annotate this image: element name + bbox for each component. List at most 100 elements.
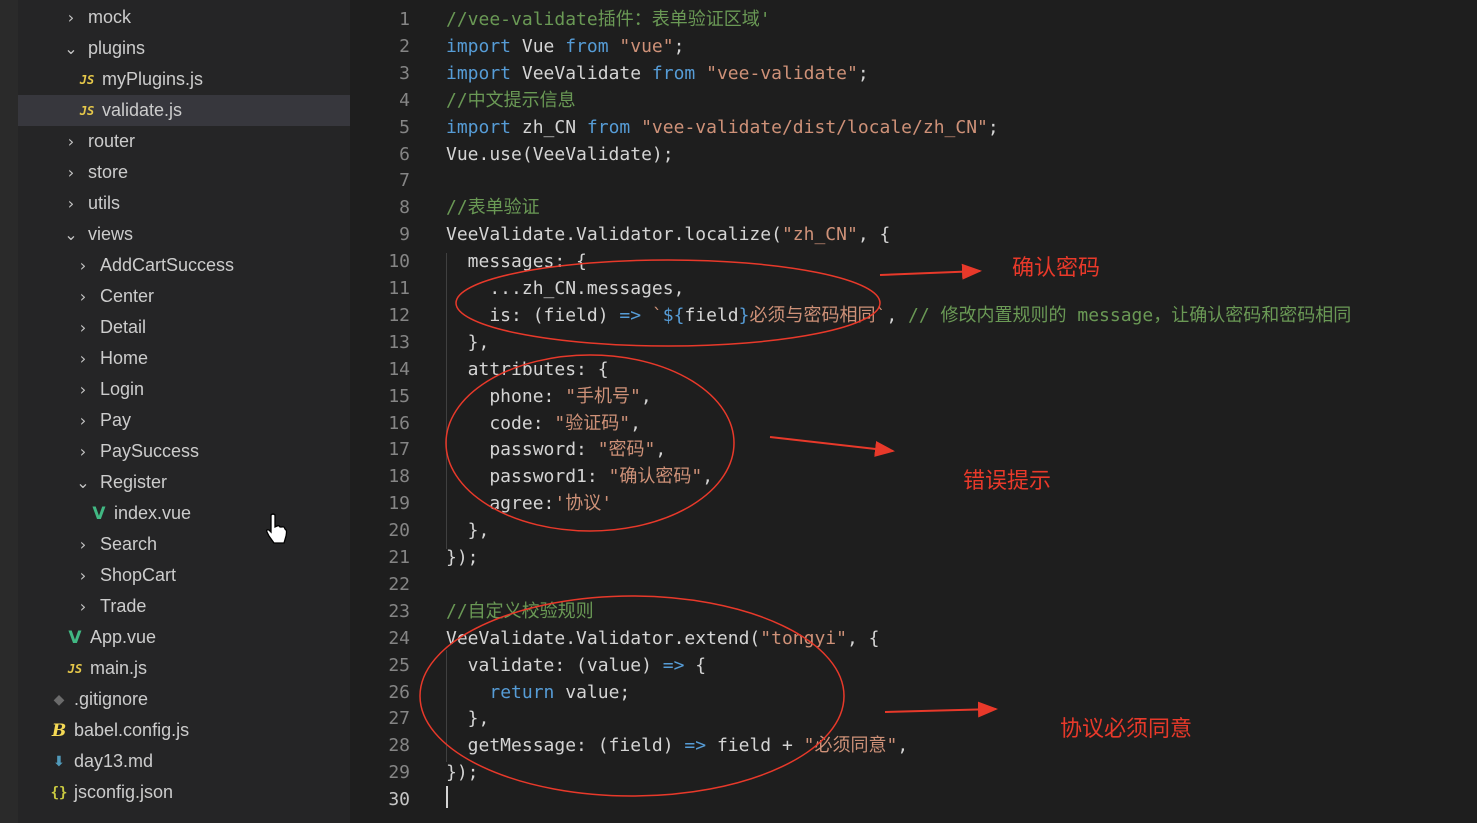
code-line[interactable]: 15 phone: "手机号",	[350, 383, 1477, 410]
chevron-right-icon[interactable]: ›	[76, 442, 90, 461]
code-text: //中文提示信息	[446, 89, 576, 111]
code-line[interactable]: 28 getMessage: (field) => field + "必须同意"…	[350, 732, 1477, 759]
chevron-right-icon[interactable]: ›	[76, 597, 90, 616]
chevron-right-icon[interactable]: ›	[76, 256, 90, 275]
code-line[interactable]: 10 messages: {	[350, 248, 1477, 275]
code-line[interactable]: 24 VeeValidate.Validator.extend("tongyi",…	[350, 625, 1477, 652]
explorer-item[interactable]: › Trade	[18, 591, 350, 622]
code-line[interactable]: 23 //自定义校验规则	[350, 598, 1477, 625]
code-line[interactable]: 16 code: "验证码",	[350, 410, 1477, 437]
line-number: 4	[399, 89, 410, 111]
code-line[interactable]: 29});	[350, 759, 1477, 786]
explorer-item[interactable]: › router	[18, 126, 350, 157]
code-line[interactable]: 20 },	[350, 517, 1477, 544]
line-number: 17	[388, 439, 410, 461]
explorer-item[interactable]: JS myPlugins.js	[18, 64, 350, 95]
explorer-item[interactable]: › Login	[18, 374, 350, 405]
code-text: Vue.use(VeeValidate);	[446, 143, 674, 165]
code-line[interactable]: 30	[350, 786, 1477, 813]
code-text: },	[446, 331, 490, 353]
explorer-item[interactable]: › AddCartSuccess	[18, 250, 350, 281]
code-text: is: (field) => `${field}必须与密码相同`, // 修改内…	[446, 304, 1352, 326]
line-number: 16	[388, 412, 410, 434]
annotation-agree-required: 协议必须同意	[1060, 717, 1193, 742]
chevron-right-icon[interactable]: ›	[76, 535, 90, 554]
explorer-item[interactable]: ⌄ views	[18, 219, 350, 250]
code-line[interactable]: 6 Vue.use(VeeValidate);	[350, 141, 1477, 168]
chevron-right-icon[interactable]: ›	[76, 566, 90, 585]
explorer-item-label: AddCartSuccess	[100, 255, 235, 275]
chevron-right-icon[interactable]: ›	[64, 8, 78, 27]
explorer-item[interactable]: ⌄ plugins	[18, 33, 350, 64]
explorer-item[interactable]: Vindex.vue	[18, 498, 350, 529]
code-text: VeeValidate.Validator.extend("tongyi", {	[446, 627, 880, 649]
explorer-item[interactable]: › Search	[18, 529, 350, 560]
code-line[interactable]: 8 //表单验证	[350, 194, 1477, 221]
code-line[interactable]: 9 VeeValidate.Validator.localize("zh_CN",…	[350, 221, 1477, 248]
code-line[interactable]: 11 ...zh_CN.messages,	[350, 275, 1477, 302]
line-number: 7	[399, 170, 410, 192]
code-line[interactable]: 12 is: (field) => `${field}必须与密码相同`, // …	[350, 302, 1477, 329]
chevron-right-icon[interactable]: ›	[76, 349, 90, 368]
code-line[interactable]: 4 //中文提示信息	[350, 87, 1477, 114]
line-number: 2	[399, 35, 410, 57]
explorer-item[interactable]: › utils	[18, 188, 350, 219]
explorer-item[interactable]: JS validate.js	[18, 95, 350, 126]
explorer-item[interactable]: ⬇ day13.md	[18, 746, 350, 777]
code-line[interactable]: 22	[350, 571, 1477, 598]
code-editor[interactable]: 1 //vee-validate插件：表单验证区域' 2 import Vue fro…	[350, 0, 1477, 823]
chevron-down-icon[interactable]: ⌄	[76, 473, 90, 492]
code-line[interactable]: 2 import Vue from "vue";	[350, 33, 1477, 60]
explorer-item[interactable]: › Pay	[18, 405, 350, 436]
chevron-right-icon[interactable]: ›	[64, 194, 78, 213]
chevron-right-icon[interactable]: ›	[64, 163, 78, 182]
code-line[interactable]: 7	[350, 167, 1477, 194]
explorer-item[interactable]: › store	[18, 157, 350, 188]
explorer-item-label: store	[88, 162, 129, 182]
code-line[interactable]: 1 //vee-validate插件：表单验证区域'	[350, 6, 1477, 33]
explorer-item-label: router	[88, 131, 136, 151]
explorer-item[interactable]: V App.vue	[18, 622, 350, 653]
chevron-down-icon[interactable]: ⌄	[64, 225, 78, 244]
chevron-right-icon[interactable]: ›	[76, 380, 90, 399]
explorer-item-label: day13.md	[74, 751, 154, 771]
code-line[interactable]: 13 },	[350, 329, 1477, 356]
explorer-item[interactable]: › PaySuccess	[18, 436, 350, 467]
chevron-right-icon[interactable]: ›	[76, 411, 90, 430]
explorer-item[interactable]: {} jsconfig.json	[18, 777, 350, 808]
code-line[interactable]: 18 password1: "确认密码",	[350, 463, 1477, 490]
explorer-item[interactable]: ⌄ Register	[18, 467, 350, 498]
chevron-right-icon[interactable]: ›	[76, 318, 90, 337]
code-text: import VeeValidate from "vee-validate";	[446, 62, 869, 84]
code-line[interactable]: 5 import zh_CN from "vee-validate/dist/lo…	[350, 114, 1477, 141]
code-text: agree:'协议'	[446, 493, 613, 515]
explorer-item-label: Trade	[100, 596, 147, 616]
chevron-down-icon[interactable]: ⌄	[64, 39, 78, 58]
line-number: 1	[399, 9, 410, 30]
vue-file-icon: V	[68, 627, 82, 648]
explorer-item-label: ShopCart	[100, 565, 177, 585]
code-line[interactable]: 19 agree:'协议'	[350, 490, 1477, 517]
code-line[interactable]: 17 password: "密码",	[350, 436, 1477, 463]
code-line[interactable]: 14 attributes: {	[350, 356, 1477, 383]
line-number: 10	[388, 251, 410, 273]
explorer-item[interactable]: Bbabel.config.js	[18, 715, 350, 746]
explorer-item-label: Center	[100, 286, 155, 306]
chevron-right-icon[interactable]: ›	[64, 132, 78, 151]
chevron-right-icon[interactable]: ›	[76, 287, 90, 306]
code-line[interactable]: 25 validate: (value) => {	[350, 652, 1477, 679]
mouse-pointer-icon	[266, 513, 288, 544]
line-number: 22	[388, 573, 410, 595]
explorer-item[interactable]: › Center	[18, 281, 350, 312]
explorer-item[interactable]: › mock	[18, 2, 350, 33]
code-line[interactable]: 26 return value;	[350, 679, 1477, 706]
code-line[interactable]: 27 },	[350, 705, 1477, 732]
code-text: //表单验证	[446, 197, 540, 219]
code-line[interactable]: 3 import VeeValidate from "vee-validate";	[350, 60, 1477, 87]
explorer-item[interactable]: › Detail	[18, 312, 350, 343]
explorer-item[interactable]: › Home	[18, 343, 350, 374]
explorer-item[interactable]: JS main.js	[18, 653, 350, 684]
explorer-item[interactable]: ◆ .gitignore	[18, 684, 350, 715]
code-line[interactable]: 21});	[350, 544, 1477, 571]
explorer-item[interactable]: › ShopCart	[18, 560, 350, 591]
